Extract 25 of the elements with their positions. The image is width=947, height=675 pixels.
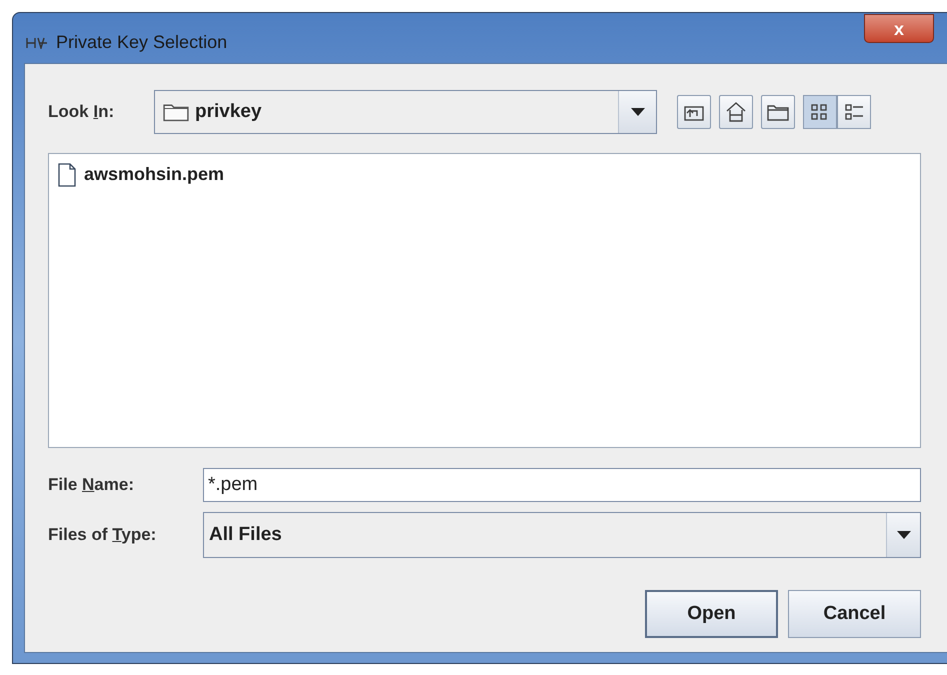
open-button[interactable]: Open bbox=[645, 590, 778, 638]
caret-icon bbox=[896, 531, 910, 539]
close-button[interactable]: x bbox=[864, 14, 934, 43]
cancel-button[interactable]: Cancel bbox=[788, 590, 921, 638]
folder-icon bbox=[163, 102, 189, 122]
file-item[interactable]: awsmohsin.pem bbox=[56, 161, 226, 188]
file-type-label: Files of Type: bbox=[48, 525, 156, 544]
caret-icon bbox=[630, 108, 644, 116]
file-type-dropdown[interactable]: All Files bbox=[203, 512, 921, 558]
file-name-field[interactable]: *.pem bbox=[203, 468, 921, 502]
window-title: Private Key Selection bbox=[56, 31, 228, 54]
app-icon bbox=[26, 36, 48, 48]
look-in-dropdown[interactable]: privkey bbox=[154, 90, 657, 134]
list-view-button[interactable] bbox=[803, 95, 837, 129]
dropdown-value: privkey bbox=[195, 100, 262, 124]
new-folder-button[interactable] bbox=[761, 95, 795, 129]
folder-icon bbox=[767, 103, 789, 121]
file-icon bbox=[58, 162, 76, 186]
home-icon bbox=[725, 101, 747, 123]
home-button[interactable] bbox=[719, 95, 753, 129]
details-view-button[interactable] bbox=[837, 95, 871, 129]
file-name-label: File Name: bbox=[48, 475, 134, 494]
details-view-icon bbox=[844, 103, 864, 121]
look-in-label: Look In: bbox=[48, 102, 114, 121]
up-button[interactable] bbox=[677, 95, 711, 129]
